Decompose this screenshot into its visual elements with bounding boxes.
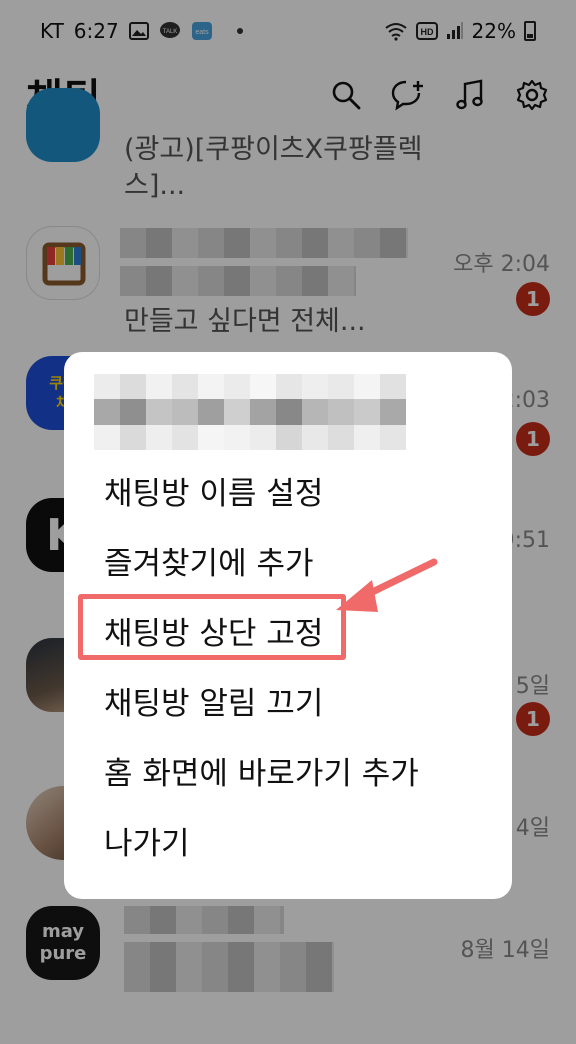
menu-item-add-home-shortcut[interactable]: 홈 화면에 바로가기 추가	[104, 748, 419, 793]
highlight-annotation-box	[78, 594, 346, 660]
menu-item-rename-chat[interactable]: 채팅방 이름 설정	[104, 468, 323, 513]
menu-item-add-favorite[interactable]: 즐겨찾기에 추가	[104, 538, 314, 583]
redacted-chat-title	[94, 374, 406, 450]
menu-item-leave-chat[interactable]: 나가기	[104, 818, 190, 863]
menu-item-mute-notifications[interactable]: 채팅방 알림 끄기	[104, 678, 323, 723]
chat-context-menu: 채팅방 이름 설정 즐겨찾기에 추가 채팅방 상단 고정 채팅방 알림 끄기 홈…	[64, 352, 512, 899]
